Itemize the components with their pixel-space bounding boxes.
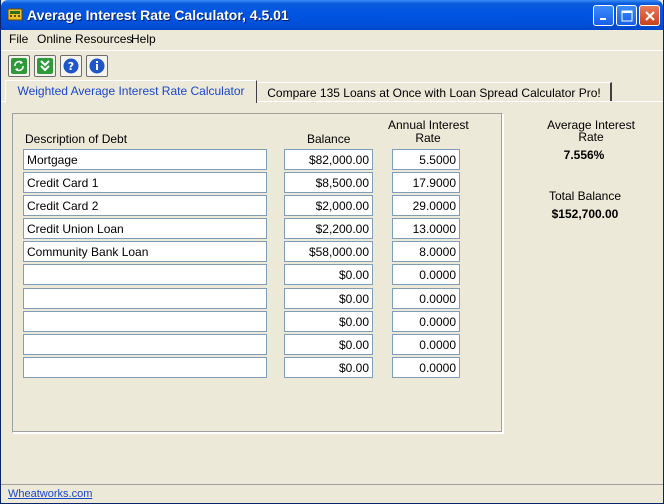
balance-input[interactable]: $8,500.00 — [284, 172, 373, 193]
menu-help[interactable]: Help — [131, 32, 156, 46]
balance-input[interactable]: $0.00 — [284, 311, 373, 332]
balance-input[interactable]: $2,200.00 — [284, 218, 373, 239]
balance-input[interactable]: $2,000.00 — [284, 195, 373, 216]
rate-input[interactable]: 0.0000 — [392, 311, 460, 332]
calculator-app-icon[interactable] — [7, 6, 23, 22]
download-icon — [37, 58, 53, 74]
status-bar: Wheatworks.com — [1, 484, 663, 503]
header-balance: Balance — [307, 132, 351, 146]
description-input[interactable]: Mortgage — [23, 149, 267, 170]
minimize-icon — [600, 18, 606, 20]
rate-input[interactable]: 0.0000 — [392, 357, 460, 378]
avg-rate-value: 7.556% — [563, 148, 605, 162]
header-rate-line1: Annual Interest — [388, 118, 469, 132]
balance-input[interactable]: $0.00 — [284, 357, 373, 378]
menu-file[interactable]: File — [9, 32, 28, 46]
description-input[interactable]: Credit Card 1 — [23, 172, 267, 193]
rate-input[interactable]: 17.9000 — [392, 172, 460, 193]
tab-strip: Weighted Average Interest Rate Calculato… — [1, 80, 663, 103]
rate-input[interactable]: 5.5000 — [392, 149, 460, 170]
description-input[interactable] — [23, 311, 267, 332]
balance-input[interactable]: $0.00 — [284, 264, 373, 285]
tab-loan-spread[interactable]: Compare 135 Loans at Once with Loan Spre… — [258, 82, 612, 102]
close-icon — [645, 11, 655, 21]
menu-bar: File Online Resources Help — [1, 30, 663, 49]
rate-input[interactable]: 0.0000 — [392, 334, 460, 355]
description-input[interactable]: Community Bank Loan — [23, 241, 267, 262]
balance-input[interactable]: $82,000.00 — [284, 149, 373, 170]
title-bar[interactable]: Average Interest Rate Calculator, 4.5.01 — [1, 0, 663, 30]
description-input[interactable]: Credit Union Loan — [23, 218, 267, 239]
window-title: Average Interest Rate Calculator, 4.5.01 — [27, 7, 289, 23]
refresh-icon — [11, 58, 27, 74]
header-description: Description of Debt — [25, 132, 128, 146]
close-button[interactable] — [639, 5, 660, 26]
minimize-button[interactable] — [593, 5, 614, 26]
header-rate-line2: Rate — [415, 131, 441, 145]
description-input[interactable]: Credit Card 2 — [23, 195, 267, 216]
description-input[interactable] — [23, 357, 267, 378]
help-button[interactable]: ? — [60, 55, 82, 77]
total-balance-value: $152,700.00 — [551, 207, 619, 221]
rate-input[interactable]: 29.0000 — [392, 195, 460, 216]
description-input[interactable] — [23, 334, 267, 355]
description-input[interactable] — [23, 264, 267, 285]
avg-rate-label-line2: Rate — [578, 130, 604, 144]
rate-input[interactable]: 0.0000 — [392, 264, 460, 285]
svg-text:?: ? — [68, 60, 74, 73]
tab-weighted-average[interactable]: Weighted Average Interest Rate Calculato… — [5, 80, 257, 103]
maximize-icon — [621, 10, 633, 22]
download-button[interactable] — [34, 55, 56, 77]
refresh-button[interactable] — [8, 55, 30, 77]
maximize-button[interactable] — [616, 5, 637, 26]
toolbar: ? — [1, 50, 663, 80]
rate-input[interactable]: 0.0000 — [392, 288, 460, 309]
balance-input[interactable]: $58,000.00 — [284, 241, 373, 262]
description-input[interactable] — [23, 288, 267, 309]
debt-table: Description of Debt Balance Annual Inter… — [12, 113, 503, 433]
total-balance-label: Total Balance — [548, 189, 622, 203]
rate-input[interactable]: 13.0000 — [392, 218, 460, 239]
calculator-panel: Description of Debt Balance Annual Inter… — [1, 101, 663, 479]
menu-online-resources[interactable]: Online Resources — [37, 32, 132, 46]
info-icon — [89, 58, 105, 74]
balance-input[interactable]: $0.00 — [284, 288, 373, 309]
app-window: Average Interest Rate Calculator, 4.5.01… — [0, 0, 664, 504]
wheatworks-link[interactable]: Wheatworks.com — [8, 488, 92, 500]
balance-input[interactable]: $0.00 — [284, 334, 373, 355]
help-icon: ? — [63, 58, 79, 74]
info-button[interactable] — [86, 55, 108, 77]
rate-input[interactable]: 8.0000 — [392, 241, 460, 262]
